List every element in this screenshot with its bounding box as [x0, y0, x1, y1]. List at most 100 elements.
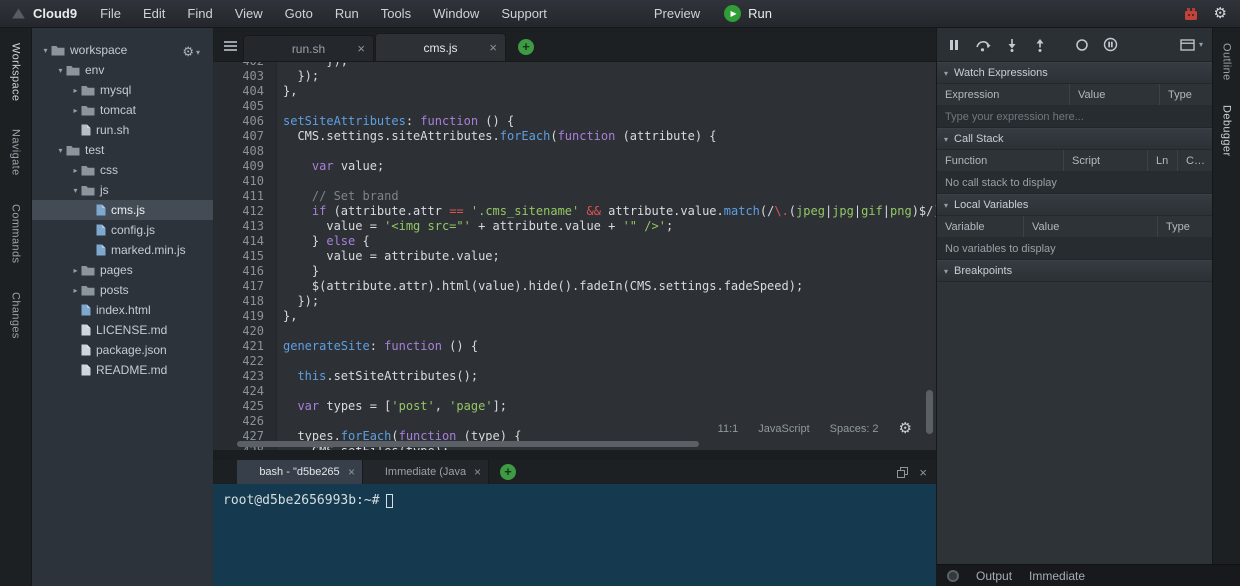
expand-arrow-icon[interactable]: ▸ [70, 166, 81, 175]
tree-item-index-html[interactable]: index.html [32, 300, 213, 320]
terminal[interactable]: root@d5be2656993b:~# [213, 484, 936, 517]
collapse-arrow-icon[interactable]: ▾ [70, 186, 81, 195]
code-line[interactable]: 424 [213, 384, 936, 399]
new-tab-button[interactable]: + [518, 39, 534, 55]
code-line[interactable]: 423 this.setSiteAttributes(); [213, 369, 936, 384]
menu-window[interactable]: Window [422, 0, 490, 28]
cloud9-logo-icon[interactable] [11, 7, 26, 20]
section-header-breakpoints[interactable]: ▾Breakpoints [937, 260, 1212, 282]
code-line[interactable]: 406setSiteAttributes: function () { [213, 114, 936, 129]
line-number[interactable]: 410 [213, 174, 277, 189]
code-line[interactable]: 412 if (attribute.attr == '.cms_sitename… [213, 204, 936, 219]
menu-edit[interactable]: Edit [132, 0, 176, 28]
cursor-position[interactable]: 11:1 [718, 423, 739, 435]
line-number[interactable]: 407 [213, 129, 277, 144]
editor-settings-icon[interactable]: ⚙ [899, 421, 912, 436]
tab-list-icon[interactable] [217, 34, 243, 58]
line-number[interactable]: 423 [213, 369, 277, 384]
menu-view[interactable]: View [224, 0, 274, 28]
section-header-local-variables[interactable]: ▾Local Variables [937, 194, 1212, 216]
code-line[interactable]: 402 }); [213, 62, 936, 69]
output-button[interactable]: Output [976, 569, 1012, 583]
line-number[interactable]: 425 [213, 399, 277, 414]
code-line[interactable]: 425 var types = ['post', 'page']; [213, 399, 936, 414]
menu-find[interactable]: Find [176, 0, 223, 28]
strip-tab-workspace[interactable]: Workspace [10, 36, 22, 108]
menu-tools[interactable]: Tools [370, 0, 422, 28]
tree-item-js[interactable]: ▾js [32, 180, 213, 200]
expand-arrow-icon[interactable]: ▸ [70, 286, 81, 295]
line-number[interactable]: 426 [213, 414, 277, 429]
code-line[interactable]: 408 [213, 144, 936, 159]
collapse-arrow-icon[interactable]: ▾ [55, 66, 66, 75]
code-line[interactable]: 405 [213, 99, 936, 114]
strip-tab-debugger[interactable]: Debugger [1221, 98, 1233, 164]
code-line[interactable]: 411 // Set brand [213, 189, 936, 204]
step-over-icon[interactable] [975, 38, 991, 52]
code-line[interactable]: 418 }); [213, 294, 936, 309]
section-header-call-stack[interactable]: ▾Call Stack [937, 128, 1212, 150]
red-badge-icon[interactable] [1183, 6, 1199, 22]
editor-console-splitter[interactable] [213, 450, 936, 460]
line-number[interactable]: 420 [213, 324, 277, 339]
menu-goto[interactable]: Goto [274, 0, 324, 28]
code-line[interactable]: 403 }); [213, 69, 936, 84]
collapse-arrow-icon[interactable]: ▾ [55, 146, 66, 155]
code-line[interactable]: 413 value = '<img src="' + attribute.val… [213, 219, 936, 234]
tree-item-package-json[interactable]: package.json [32, 340, 213, 360]
tree-item-test[interactable]: ▾test [32, 140, 213, 160]
code-line[interactable]: 414 } else { [213, 234, 936, 249]
line-number[interactable]: 409 [213, 159, 277, 174]
line-number[interactable]: 414 [213, 234, 277, 249]
code-line[interactable]: 410 [213, 174, 936, 189]
line-number[interactable]: 417 [213, 279, 277, 294]
close-icon[interactable]: × [348, 466, 355, 478]
settings-gear-icon[interactable]: ⚙ [1214, 6, 1227, 21]
expand-arrow-icon[interactable]: ▸ [70, 106, 81, 115]
code-line[interactable]: 417 $(attribute.attr).html(value).hide()… [213, 279, 936, 294]
close-icon[interactable]: × [919, 466, 927, 479]
line-number[interactable]: 413 [213, 219, 277, 234]
menu-support[interactable]: Support [490, 0, 558, 28]
maximize-icon[interactable] [897, 467, 908, 478]
immediate-button[interactable]: Immediate [1029, 569, 1085, 583]
horizontal-scrollbar[interactable] [237, 441, 699, 447]
expand-arrow-icon[interactable]: ▸ [70, 266, 81, 275]
close-icon[interactable]: × [474, 466, 481, 478]
record-icon[interactable] [1075, 38, 1089, 52]
tree-item-mysql[interactable]: ▸mysql [32, 80, 213, 100]
code-line[interactable]: 422 [213, 354, 936, 369]
line-number[interactable]: 403 [213, 69, 277, 84]
tree-item-posts[interactable]: ▸posts [32, 280, 213, 300]
line-number[interactable]: 404 [213, 84, 277, 99]
editor-tab-cms-js[interactable]: cms.js× [375, 33, 506, 61]
code-line[interactable]: 420 [213, 324, 936, 339]
code-line[interactable]: 409 var value; [213, 159, 936, 174]
code-line[interactable]: 419}, [213, 309, 936, 324]
pause-exceptions-icon[interactable] [1103, 37, 1118, 52]
line-number[interactable]: 412 [213, 204, 277, 219]
vertical-scrollbar[interactable] [926, 390, 933, 434]
line-number[interactable]: 406 [213, 114, 277, 129]
tree-item-marked-min-js[interactable]: marked.min.js [32, 240, 213, 260]
tree-item-pages[interactable]: ▸pages [32, 260, 213, 280]
line-number[interactable]: 416 [213, 264, 277, 279]
tree-settings-button[interactable]: ⚙▾ [182, 44, 200, 60]
tree-item-run-sh[interactable]: run.sh [32, 120, 213, 140]
code-line[interactable]: 404}, [213, 84, 936, 99]
step-into-icon[interactable] [1005, 38, 1019, 52]
panel-layout-icon[interactable]: ▾ [1180, 38, 1203, 52]
close-icon[interactable]: × [489, 41, 497, 54]
tree-item-license-md[interactable]: LICENSE.md [32, 320, 213, 340]
new-console-button[interactable]: + [500, 464, 516, 480]
pause-icon[interactable] [947, 38, 961, 52]
syntax-mode[interactable]: JavaScript [758, 423, 809, 435]
code-line[interactable]: 416 } [213, 264, 936, 279]
strip-tab-changes[interactable]: Changes [10, 285, 22, 346]
editor-tab-run-sh[interactable]: run.sh× [243, 35, 374, 61]
tree-item-config-js[interactable]: config.js [32, 220, 213, 240]
console-tab-bash-d5be265[interactable]: bash - "d5be265× [237, 460, 363, 484]
line-number[interactable]: 408 [213, 144, 277, 159]
line-number[interactable]: 402 [213, 62, 277, 69]
line-number[interactable]: 415 [213, 249, 277, 264]
